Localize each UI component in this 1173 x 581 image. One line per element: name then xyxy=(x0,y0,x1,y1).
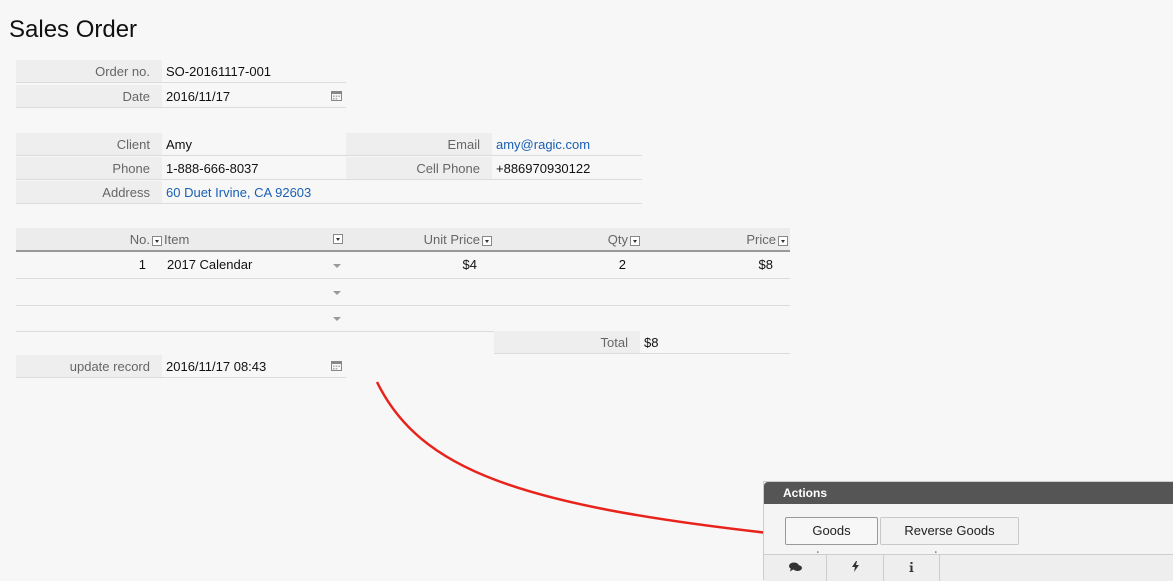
lightning-tab[interactable] xyxy=(827,555,884,581)
actions-tab-bar xyxy=(764,554,1173,581)
goods-issue-button[interactable]: Goods issue xyxy=(785,517,878,564)
actions-panel: Actions Goods issue Reverse Goods issue xyxy=(763,481,1173,581)
info-tab[interactable] xyxy=(884,555,940,581)
comments-icon xyxy=(788,562,802,575)
comments-tab[interactable] xyxy=(764,555,827,581)
lightning-icon xyxy=(851,561,859,575)
reverse-goods-issue-button[interactable]: Reverse Goods issue xyxy=(880,517,1019,564)
info-icon xyxy=(909,561,914,575)
actions-panel-title: Actions xyxy=(764,482,1173,504)
